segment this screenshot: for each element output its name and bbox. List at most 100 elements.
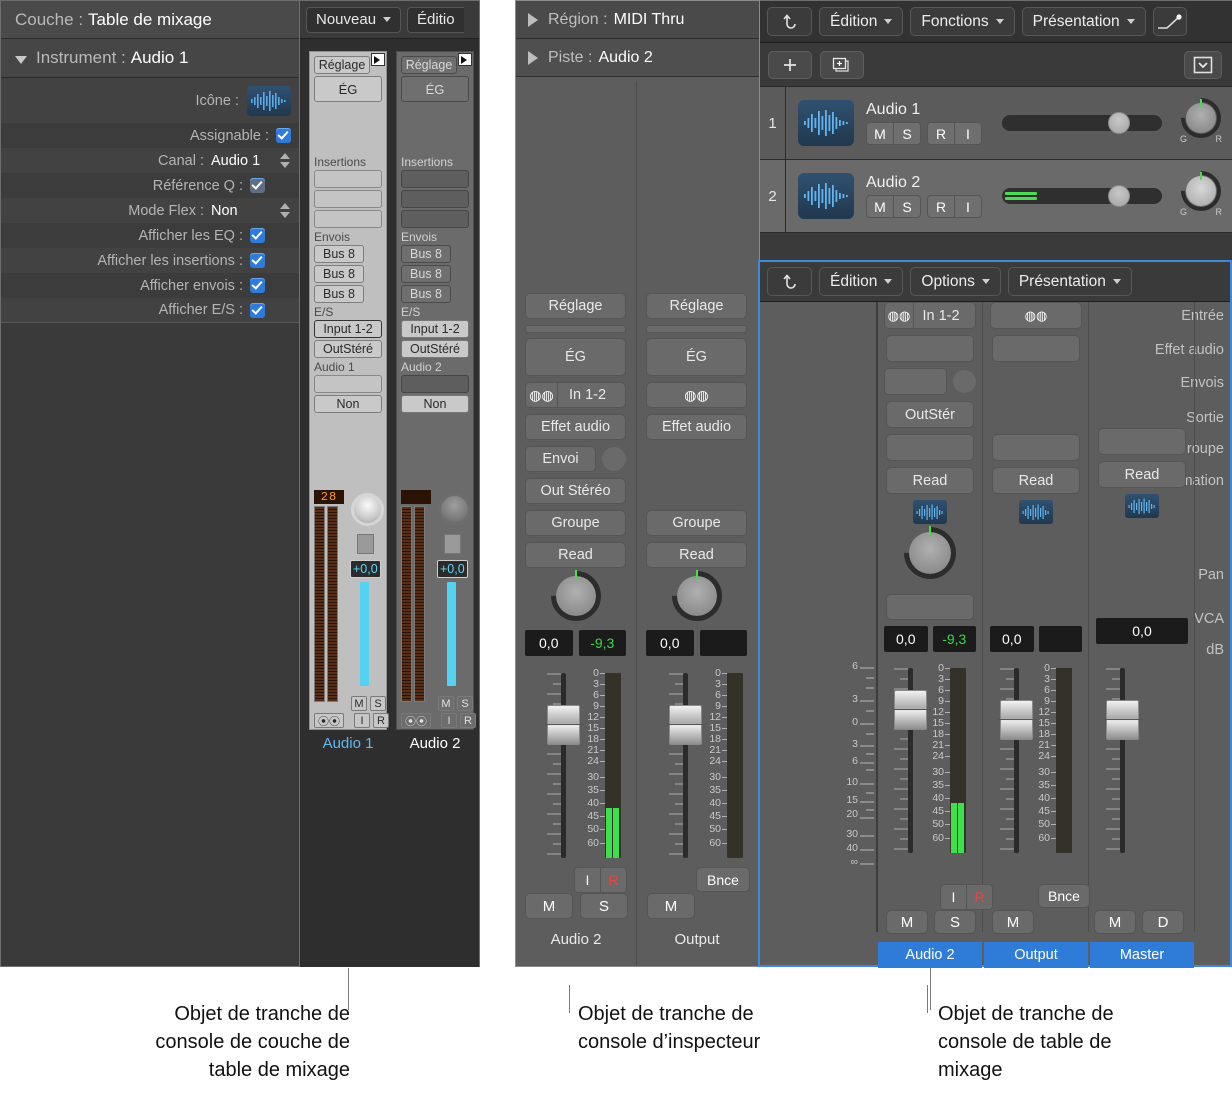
insp2-bounce-button[interactable]: Bnce [696, 867, 750, 892]
mix1-fader-area[interactable]: 0 3 6 9 12 15 18 21 24 30 35 40 45 50 60 [878, 662, 982, 916]
layer-strip-1-name[interactable]: Audio 1 [309, 735, 387, 752]
strip2-group-slot[interactable] [401, 375, 469, 393]
insp1-fader-track[interactable] [561, 673, 566, 858]
afficher-envois-checkbox[interactable] [250, 278, 265, 293]
afficher-es-checkbox[interactable] [250, 302, 265, 318]
insp2-mute-button[interactable]: M [647, 893, 695, 919]
disclosure-triangle-icon[interactable] [15, 55, 27, 64]
insp1-setting-sub-slot[interactable] [525, 325, 626, 333]
disclosure-triangle-icon[interactable] [528, 12, 538, 27]
inspector-track-header[interactable]: Piste : Audio 2 [516, 39, 759, 77]
strip2-setting-button[interactable]: Réglage [401, 56, 457, 74]
strip2-record-button[interactable]: R [460, 713, 476, 728]
mix1-group-slot[interactable] [886, 434, 974, 461]
mix1-record-button[interactable]: R [967, 885, 992, 909]
mix1-input-monitor-button[interactable]: I [941, 885, 967, 909]
mix3-fader-track[interactable] [1120, 668, 1125, 853]
strip1-peak-led[interactable]: 28 [314, 490, 344, 504]
insp2-eq-button[interactable]: ÉG [646, 338, 747, 376]
mix1-pan-knob[interactable] [893, 516, 967, 590]
instrument-header[interactable]: Instrument : Audio 1 [1, 39, 299, 78]
mix2-volume-value[interactable] [1038, 626, 1082, 652]
track2-mute-button[interactable]: M [867, 196, 894, 217]
menu-edition[interactable]: Édition [819, 7, 904, 36]
insp2-group-button[interactable]: Groupe [646, 510, 747, 536]
track1-mute-solo-group[interactable]: M S [866, 122, 921, 145]
mix2-fader-cap[interactable] [998, 700, 1037, 740]
track2-mute-solo-group[interactable]: M S [866, 195, 921, 218]
layer-header[interactable]: Couche : Table de mixage [1, 1, 299, 39]
mix2-input-button[interactable]: ◍◍ [990, 302, 1082, 329]
mix1-input-button[interactable]: ◍◍ In 1-2 [884, 302, 976, 329]
mix1-sends-slot[interactable] [884, 368, 947, 395]
undo-arrow-icon[interactable] [767, 7, 812, 36]
insp1-pan-knob[interactable] [540, 560, 611, 632]
undo-arrow-icon[interactable] [767, 267, 812, 296]
strip2-insert-slot[interactable] [401, 170, 469, 188]
strip1-eq-button[interactable]: ÉG [314, 76, 382, 102]
track2-volume-slider[interactable] [1002, 185, 1162, 207]
mix2-fader-track[interactable] [1014, 668, 1019, 853]
strip1-insert-slot[interactable] [314, 210, 382, 228]
reference-q-checkbox[interactable] [250, 178, 265, 193]
plus-icon[interactable] [768, 50, 812, 79]
duplicate-track-icon[interactable] [820, 50, 864, 79]
insp1-send-button[interactable]: Envoi [525, 446, 596, 472]
mix2-strip-name[interactable]: Output [984, 942, 1088, 968]
insp1-pan-value[interactable]: 0,0 [525, 630, 573, 656]
mix2-pan-value[interactable]: 0,0 [990, 626, 1034, 652]
strip2-automation-button[interactable]: Non [401, 395, 469, 413]
disclosure-triangle-icon[interactable] [528, 50, 538, 65]
mix3-mute-button[interactable]: M [1094, 910, 1136, 934]
insp1-input-button[interactable]: ◍◍ In 1-2 [525, 382, 626, 408]
menu-fonctions[interactable]: Fonctions [910, 7, 1015, 36]
insp1-input-monitor-button[interactable]: I [575, 868, 601, 892]
track2-volume-knob[interactable] [1107, 185, 1130, 207]
insp2-setting-button[interactable]: Réglage [646, 293, 747, 319]
track2-solo-button[interactable]: S [894, 196, 920, 217]
strip1-automation-button[interactable]: Non [314, 395, 382, 413]
mix2-mute-button[interactable]: M [992, 910, 1034, 934]
track-row[interactable]: 1 Audio 1 M S R I G R [760, 87, 1232, 160]
strip1-mute-button[interactable]: M [351, 696, 367, 711]
mix1-fader-cap[interactable] [892, 690, 931, 730]
insp1-output-button[interactable]: Out Stéréo [525, 478, 626, 504]
strip2-pan-knob[interactable] [438, 493, 471, 526]
mix2-automation-button[interactable]: Read [992, 467, 1080, 494]
layer-strip-audio-1[interactable]: Réglage ÉG Insertions Envois Bus 8 Bus 8… [309, 51, 389, 730]
track2-pan-knob[interactable] [1172, 162, 1230, 219]
inspector-region-header[interactable]: Région : MIDI Thru [516, 1, 759, 39]
mix3-fader-cap[interactable] [1104, 700, 1143, 740]
strip1-send-slot[interactable]: Bus 8 [314, 245, 364, 263]
track-name[interactable]: Audio 1 [866, 101, 982, 119]
insp2-fader-track[interactable] [683, 673, 688, 858]
strip1-output-button[interactable]: OutStéré [314, 340, 382, 358]
mix2-group-slot[interactable] [992, 434, 1080, 461]
strip2-solo-button[interactable]: S [457, 696, 473, 711]
insp2-fader-cap[interactable] [667, 705, 706, 745]
track1-input-button[interactable]: I [955, 123, 981, 144]
strip2-mute-button[interactable]: M [438, 696, 454, 711]
mix2-fader-area[interactable]: 0 3 6 9 12 15 18 21 24 30 35 40 45 50 60 [984, 662, 1088, 916]
strip1-fader-cap[interactable] [357, 534, 374, 554]
insp1-automation-button[interactable]: Read [525, 542, 626, 568]
track1-pan-knob[interactable] [1172, 89, 1230, 146]
strip2-send-slot[interactable]: Bus 8 [401, 285, 451, 303]
mix3-group-slot[interactable] [1098, 428, 1186, 455]
insp2-pan-knob[interactable] [661, 560, 732, 632]
strip2-input-monitor-button[interactable]: I [441, 713, 457, 728]
strip2-stereo-link-icon[interactable]: ⦿⦿ [401, 713, 431, 728]
strip1-group-slot[interactable] [314, 375, 382, 393]
menu-nouveau[interactable]: Nouveau [306, 6, 402, 33]
insp1-io-record-group[interactable]: I R [574, 867, 627, 893]
insp2-setting-sub-slot[interactable] [646, 325, 747, 333]
insp1-mute-button[interactable]: M [525, 893, 573, 919]
insp1-group-button[interactable]: Groupe [525, 510, 626, 536]
insp2-volume-value[interactable] [699, 630, 747, 656]
track2-record-button[interactable]: R [928, 196, 955, 217]
audio-waveform-icon[interactable] [913, 500, 947, 524]
strip1-insert-slot[interactable] [314, 170, 382, 188]
track2-input-button[interactable]: I [955, 196, 981, 217]
track1-volume-knob[interactable] [1107, 112, 1130, 134]
insp2-pan-value[interactable]: 0,0 [646, 630, 694, 656]
